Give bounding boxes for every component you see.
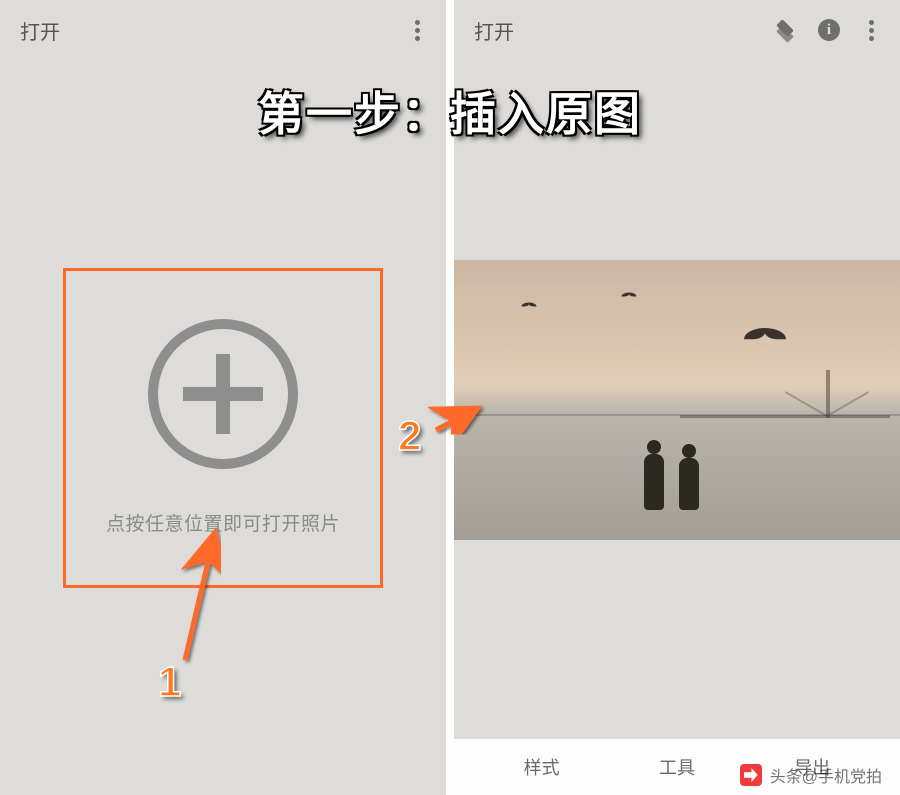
info-icon[interactable]: i	[818, 19, 840, 41]
highlight-frame: 点按任意位置即可打开照片	[63, 268, 383, 588]
tab-tools[interactable]: 工具	[659, 754, 695, 780]
empty-canvas-area[interactable]: 点按任意位置即可打开照片	[0, 60, 446, 795]
canvas-area[interactable]	[454, 60, 900, 739]
bottom-tab-bar: 样式 工具 导出	[454, 739, 900, 795]
phone-screen-empty: 打开 点按任意位置即可打开照片	[0, 0, 446, 795]
more-menu-icon[interactable]	[862, 20, 880, 41]
open-hint-text: 点按任意位置即可打开照片	[106, 509, 340, 536]
loaded-photo[interactable]	[454, 260, 900, 540]
layers-icon[interactable]	[774, 19, 796, 41]
add-photo-button[interactable]	[148, 319, 298, 469]
phone-screen-loaded: 打开 i	[454, 0, 900, 795]
more-menu-icon[interactable]	[408, 20, 426, 41]
open-button[interactable]: 打开	[474, 16, 514, 45]
topbar-right: 打开 i	[454, 0, 900, 60]
topbar-left: 打开	[0, 0, 446, 60]
tab-styles[interactable]: 样式	[524, 754, 560, 780]
open-button[interactable]: 打开	[20, 16, 60, 45]
tab-export[interactable]: 导出	[794, 754, 830, 780]
